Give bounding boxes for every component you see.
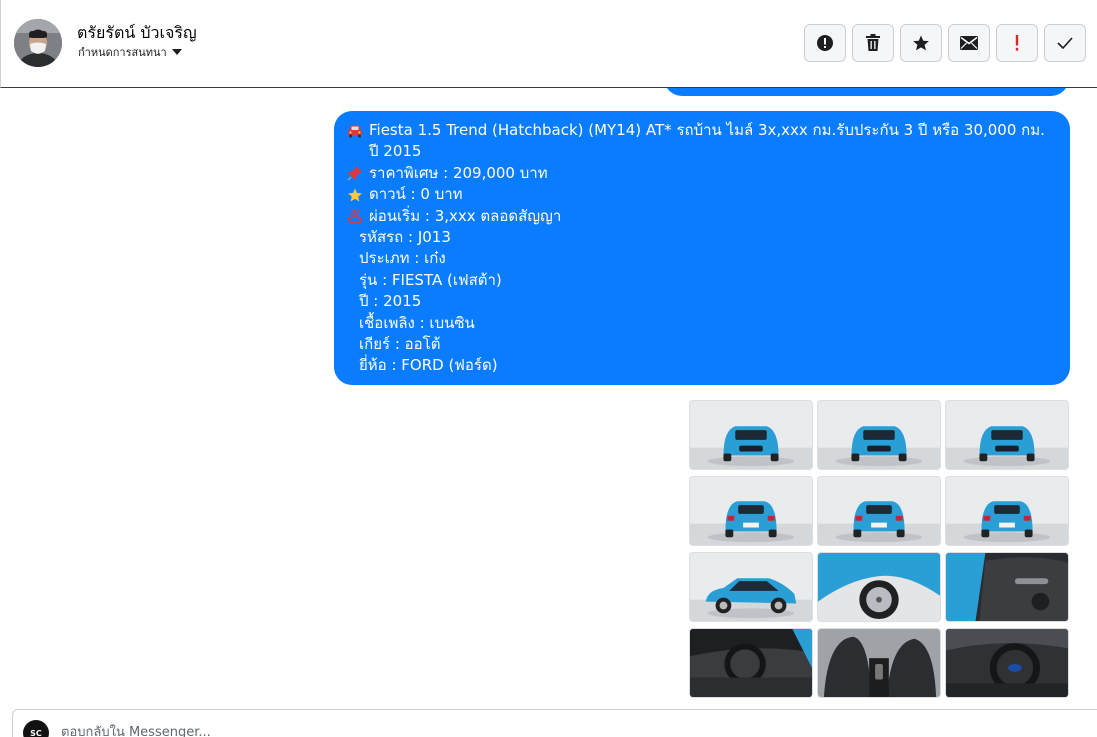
detail-line: เกียร์ : ออโต้ bbox=[359, 335, 441, 354]
photo-car-rear[interactable] bbox=[817, 476, 941, 546]
detail-line: ปี : 2015 bbox=[359, 292, 422, 311]
follow-up-button[interactable] bbox=[996, 24, 1038, 62]
contact-avatar[interactable] bbox=[14, 19, 62, 67]
photo-car-wheel[interactable] bbox=[817, 552, 941, 622]
previous-message-bubble bbox=[664, 88, 1069, 96]
photo-car-door-interior[interactable] bbox=[945, 552, 1069, 622]
photo-car-side[interactable] bbox=[689, 552, 813, 622]
star-icon bbox=[912, 34, 930, 52]
page-avatar-text: SC bbox=[30, 728, 42, 737]
message-line: ราคาพิเศษ : 209,000 บาท bbox=[347, 163, 1057, 184]
delete-button[interactable] bbox=[852, 24, 894, 62]
detail-line: เชื้อเพลิง : เบนซิน bbox=[359, 313, 475, 332]
listing-title: Fiesta 1.5 Trend (Hatchback) (MY14) AT* … bbox=[369, 121, 1045, 161]
detail-line: รหัสรถ : J013 bbox=[359, 228, 451, 247]
down-payment: ดาวน์ : 0 บาท bbox=[369, 185, 463, 204]
spam-button[interactable] bbox=[804, 24, 846, 62]
photo-car-steering[interactable] bbox=[945, 628, 1069, 698]
page-avatar: SC bbox=[23, 720, 49, 737]
star-button[interactable] bbox=[900, 24, 942, 62]
photo-car-front[interactable] bbox=[817, 400, 941, 470]
photo-car-rear-right[interactable] bbox=[945, 476, 1069, 546]
car-icon bbox=[347, 120, 369, 141]
detail-line: ประเภท : เก๋ง bbox=[359, 249, 446, 268]
star-emoji-icon bbox=[347, 184, 369, 205]
envelope-icon bbox=[960, 36, 978, 50]
conversation-header: ตรัยรัตน์ บัวเจริญ กำหนดการสนทนา bbox=[0, 0, 1097, 88]
special-price: ราคาพิเศษ : 209,000 บาท bbox=[369, 163, 548, 182]
alert-circle-icon bbox=[816, 34, 834, 52]
installment: ผ่อนเริ่ม : 3,xxx ตลอดสัญญา bbox=[369, 206, 562, 225]
reply-input[interactable] bbox=[61, 721, 661, 737]
photo-car-dashboard[interactable] bbox=[689, 628, 813, 698]
detail-line: รุ่น : FIESTA (เฟสต้า) bbox=[359, 270, 502, 289]
message-line: Fiesta 1.5 Trend (Hatchback) (MY14) AT* … bbox=[347, 120, 1057, 163]
message-line: ดาวน์ : 0 บาท bbox=[347, 184, 1057, 205]
inbox-conversation: ตรัยรัตน์ บัวเจริญ กำหนดการสนทนา Fiesta … bbox=[0, 0, 1097, 737]
photo-car-front-right[interactable] bbox=[945, 400, 1069, 470]
conversation-actions bbox=[804, 24, 1086, 62]
message-thread[interactable]: Fiesta 1.5 Trend (Hatchback) (MY14) AT* … bbox=[0, 88, 1097, 706]
car-listing-message: Fiesta 1.5 Trend (Hatchback) (MY14) AT* … bbox=[334, 111, 1070, 385]
message-line: ผ่อนเริ่ม : 3,xxx ตลอดสัญญา bbox=[347, 206, 1057, 227]
photo-car-seats[interactable] bbox=[817, 628, 941, 698]
check-icon bbox=[1057, 37, 1073, 49]
assign-label: กำหนดการสนทนา bbox=[78, 46, 167, 59]
reply-composer: SC bbox=[12, 709, 1097, 737]
hot-springs-icon bbox=[347, 206, 369, 227]
assign-conversation-dropdown[interactable]: กำหนดการสนทนา bbox=[78, 44, 183, 60]
pin-icon bbox=[347, 163, 369, 184]
photo-gallery bbox=[689, 400, 1069, 698]
trash-icon bbox=[865, 34, 881, 52]
mark-unread-button[interactable] bbox=[948, 24, 990, 62]
photo-car-rear-left[interactable] bbox=[689, 476, 813, 546]
mark-done-button[interactable] bbox=[1044, 24, 1086, 62]
exclamation-icon bbox=[1014, 35, 1020, 51]
caret-down-icon bbox=[171, 48, 183, 56]
photo-car-front-left[interactable] bbox=[689, 400, 813, 470]
detail-line: ยี่ห้อ : FORD (ฟอร์ด) bbox=[359, 356, 498, 375]
